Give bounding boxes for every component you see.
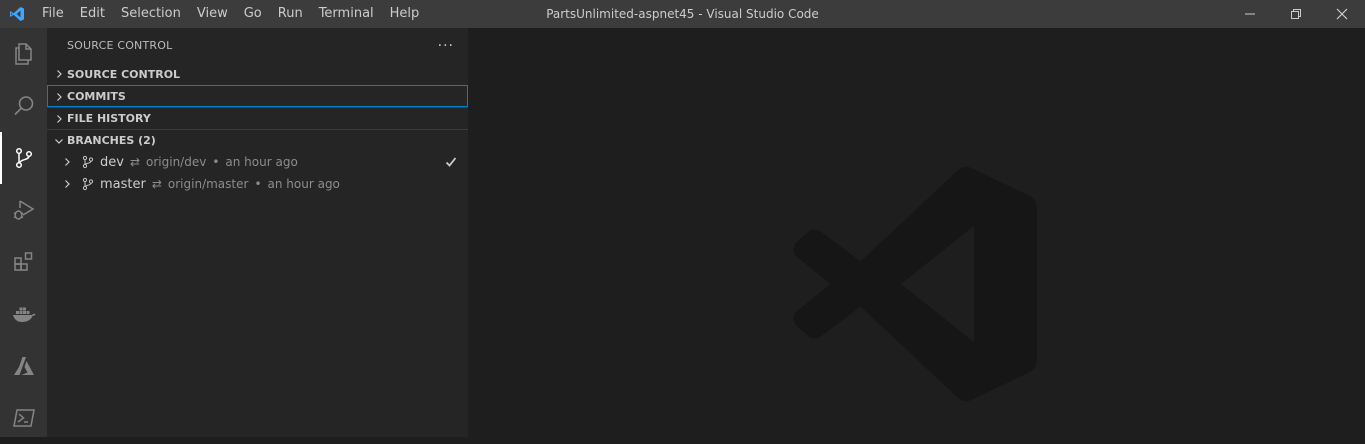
close-icon — [1336, 8, 1348, 20]
activity-powershell[interactable] — [0, 392, 47, 444]
minimize-icon — [1245, 13, 1255, 15]
section-label: BRANCHES (2) — [67, 134, 156, 147]
branch-row-master[interactable]: master ⇄ origin/master • an hour ago — [47, 173, 468, 195]
menu-file[interactable]: File — [34, 0, 72, 28]
powershell-icon — [12, 409, 35, 427]
activity-bar — [0, 28, 47, 437]
menu-run[interactable]: Run — [270, 0, 311, 28]
activity-extensions[interactable] — [0, 236, 47, 288]
vscode-logo-icon — [0, 0, 34, 28]
restore-icon — [1291, 9, 1301, 19]
branch-upstream: origin/dev — [146, 155, 207, 169]
branch-upstream: origin/master — [167, 177, 249, 191]
activity-run-debug[interactable] — [0, 184, 47, 236]
window-controls — [1227, 0, 1365, 28]
docker-icon — [12, 307, 35, 322]
git-branch-icon — [78, 154, 98, 170]
section-source-control[interactable]: SOURCE CONTROL — [47, 63, 468, 85]
section-label: FILE HISTORY — [67, 112, 151, 125]
branch-name: dev — [100, 154, 124, 170]
source-control-icon — [15, 147, 32, 169]
branch-row-dev[interactable]: dev ⇄ origin/dev • an hour ago — [47, 151, 468, 173]
separator-dot: • — [212, 155, 220, 169]
search-icon — [13, 96, 33, 116]
chevron-right-icon — [51, 66, 67, 82]
activity-docker[interactable] — [0, 288, 47, 340]
chevron-right-icon[interactable] — [59, 176, 75, 192]
restore-button[interactable] — [1273, 0, 1319, 28]
extensions-icon — [13, 252, 32, 271]
section-file-history[interactable]: FILE HISTORY — [47, 107, 468, 129]
activity-search[interactable] — [0, 80, 47, 132]
menu-bar: File Edit Selection View Go Run Terminal… — [34, 0, 427, 28]
minimize-button[interactable] — [1227, 0, 1273, 28]
sync-arrows-icon: ⇄ — [129, 155, 141, 169]
menu-help[interactable]: Help — [382, 0, 428, 28]
run-debug-icon — [13, 200, 34, 220]
sidebar-title: SOURCE CONTROL — [67, 39, 173, 52]
section-branches[interactable]: BRANCHES (2) — [47, 129, 468, 151]
sync-arrows-icon: ⇄ — [151, 177, 162, 191]
separator-dot: • — [254, 177, 262, 191]
section-label: SOURCE CONTROL — [67, 67, 181, 81]
sidebar-header: SOURCE CONTROL ··· — [47, 28, 468, 63]
menu-selection[interactable]: Selection — [113, 0, 189, 28]
activity-azure[interactable] — [0, 340, 47, 392]
chevron-right-icon — [51, 89, 67, 105]
checkmark-icon — [444, 154, 458, 170]
menu-view[interactable]: View — [189, 0, 236, 28]
chevron-right-icon — [51, 111, 67, 127]
close-button[interactable] — [1319, 0, 1365, 28]
more-actions-button[interactable]: ··· — [438, 39, 454, 53]
vscode-watermark-icon — [793, 166, 1037, 402]
branch-time: an hour ago — [225, 155, 298, 169]
section-commits[interactable]: COMMITS — [47, 85, 468, 107]
menu-terminal[interactable]: Terminal — [311, 0, 382, 28]
git-branch-icon — [78, 176, 98, 192]
files-icon — [14, 43, 32, 65]
chevron-down-icon — [51, 133, 67, 149]
azure-icon — [13, 357, 34, 375]
branch-name: master — [100, 176, 146, 192]
activity-explorer[interactable] — [0, 28, 47, 80]
menu-edit[interactable]: Edit — [72, 0, 113, 28]
section-label: COMMITS — [67, 90, 126, 103]
editor-area[interactable] — [468, 28, 1365, 437]
title-bar: File Edit Selection View Go Run Terminal… — [0, 0, 1365, 28]
branch-time: an hour ago — [267, 177, 340, 191]
sidebar: SOURCE CONTROL ··· SOURCE CONTROL COMMIT… — [47, 28, 468, 437]
activity-source-control[interactable] — [0, 132, 47, 184]
menu-go[interactable]: Go — [236, 0, 270, 28]
chevron-right-icon[interactable] — [59, 154, 75, 170]
